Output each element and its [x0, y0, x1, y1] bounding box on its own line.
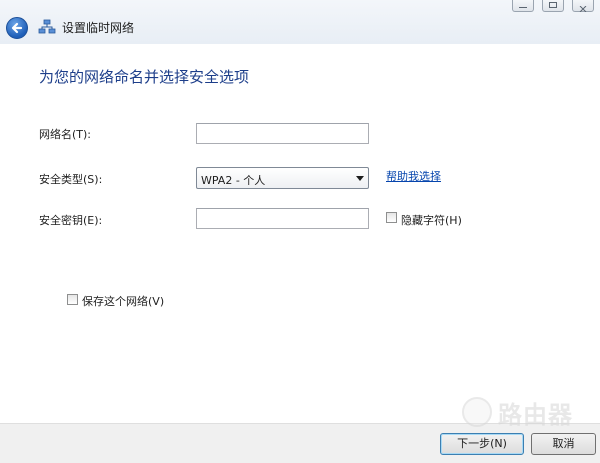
minimize-button[interactable] — [512, 0, 534, 12]
help-me-choose-link[interactable]: 帮助我选择 — [386, 168, 441, 184]
router-logo-icon — [462, 397, 492, 427]
security-type-label: 安全类型(S): — [39, 173, 103, 186]
watermark: 路由器 — [462, 395, 597, 435]
close-icon — [579, 2, 587, 13]
close-button[interactable] — [572, 0, 594, 13]
maximize-button[interactable] — [542, 0, 564, 12]
network-icon — [38, 19, 56, 34]
next-button[interactable]: 下一步(N) — [440, 433, 524, 455]
dropdown-arrow-icon — [356, 176, 364, 181]
save-network-checkbox[interactable] — [67, 294, 78, 305]
hide-characters-checkbox[interactable] — [386, 212, 397, 223]
security-key-label: 安全密钥(E): — [39, 214, 103, 227]
maximize-icon — [549, 2, 557, 8]
network-name-label: 网络名(T): — [39, 128, 92, 141]
watermark-text: 路由器 — [498, 401, 573, 429]
title-bar: 设置临时网络 — [0, 0, 600, 44]
network-name-input[interactable] — [196, 123, 369, 144]
back-button[interactable] — [6, 17, 28, 39]
hide-characters-label: 隐藏字符(H) — [401, 214, 462, 227]
minimize-icon — [519, 2, 527, 8]
page-heading: 为您的网络命名并选择安全选项 — [39, 68, 250, 86]
save-network-label: 保存这个网络(V) — [82, 295, 165, 308]
security-type-select[interactable]: WPA2 - 个人 — [196, 167, 369, 189]
window-title: 设置临时网络 — [62, 21, 135, 35]
cancel-button[interactable]: 取消 — [531, 433, 596, 455]
security-type-value: WPA2 - 个人 — [201, 174, 266, 187]
back-arrow-icon — [11, 22, 23, 34]
security-key-input[interactable] — [196, 208, 369, 229]
